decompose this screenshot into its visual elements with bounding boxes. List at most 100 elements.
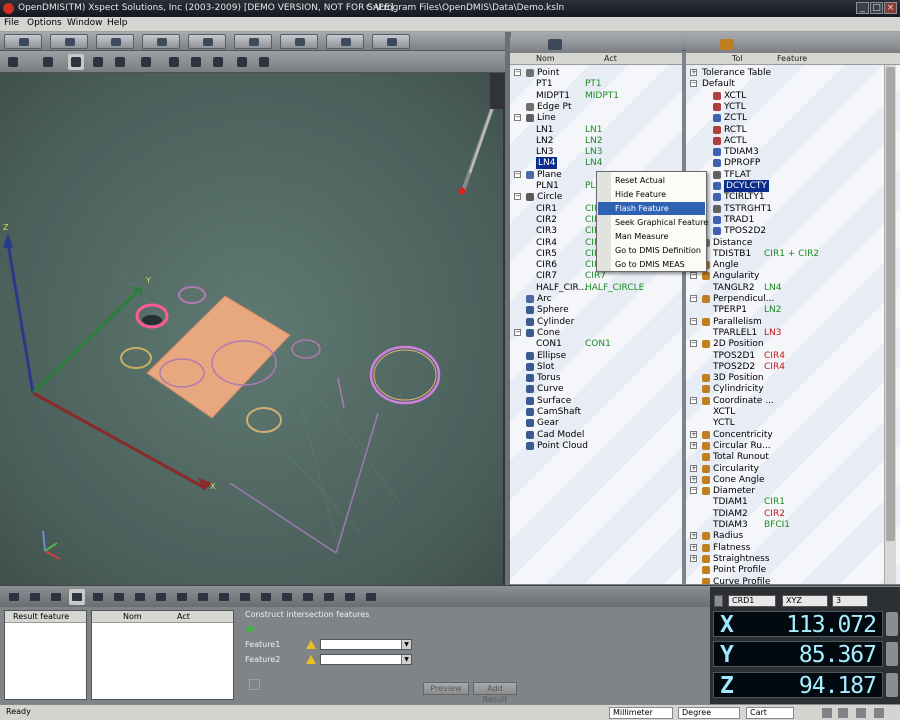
tolerance-tree-item[interactable]: TSTRGHT1 bbox=[686, 203, 886, 215]
expand-icon[interactable]: + bbox=[690, 475, 697, 483]
expand-icon[interactable]: + bbox=[690, 441, 697, 449]
context-menu-item[interactable]: Man Measure bbox=[598, 230, 705, 243]
menu-help[interactable]: Help bbox=[107, 18, 128, 28]
tolerance-tree-item[interactable]: TFLAT bbox=[686, 169, 886, 181]
coord-system-select[interactable]: CRD1 bbox=[728, 595, 776, 607]
feature-tree-item[interactable]: Cad Model bbox=[510, 429, 682, 441]
clear-button[interactable] bbox=[256, 54, 272, 70]
menu-window[interactable]: Window bbox=[67, 18, 103, 28]
feature-tree-item[interactable]: LN2 LN2 bbox=[510, 135, 682, 147]
status-icon[interactable] bbox=[874, 708, 884, 718]
tolerance-tree-item[interactable]: +Angle bbox=[686, 259, 886, 271]
feature-tree-item[interactable]: Slot bbox=[510, 361, 682, 373]
tolerance-tree-item[interactable]: + Tolerance Table bbox=[686, 67, 886, 79]
collapse-icon[interactable]: − bbox=[514, 328, 521, 336]
feature-tree-item[interactable]: Edge Pt bbox=[510, 101, 682, 113]
expand-icon[interactable]: + bbox=[690, 554, 697, 562]
feature-tree-item[interactable]: PT1 PT1 bbox=[510, 78, 682, 90]
dro-home-button[interactable] bbox=[886, 673, 898, 697]
tolerance-tree-item[interactable]: DPROFP bbox=[686, 157, 886, 169]
dro-settings-button[interactable] bbox=[886, 612, 898, 636]
tolerance-tree-item[interactable]: YCTL bbox=[686, 101, 886, 113]
status-icon[interactable] bbox=[822, 708, 832, 718]
expand-icon[interactable]: + bbox=[690, 69, 697, 76]
collapse-icon[interactable]: − bbox=[690, 317, 697, 325]
tolerance-tree-item[interactable]: Point Profile bbox=[686, 564, 886, 576]
feature-tree-item[interactable]: − Cone bbox=[510, 327, 682, 339]
tolerance-tree-item[interactable]: TPOS2D2 bbox=[686, 225, 886, 237]
collapse-icon[interactable]: − bbox=[514, 170, 521, 178]
feature-tree-item[interactable]: LN1 LN1 bbox=[510, 124, 682, 136]
scrollbar-thumb[interactable] bbox=[886, 67, 895, 541]
menu-file[interactable]: File bbox=[4, 18, 19, 28]
tolerance-tree-item[interactable]: 3D Position bbox=[686, 372, 886, 384]
line-feature[interactable] bbox=[337, 377, 345, 409]
tolerance-scrollbar[interactable] bbox=[884, 65, 896, 584]
feature-tree-item[interactable]: MIDPT1 MIDPT1 bbox=[510, 90, 682, 102]
column-tol[interactable]: Tol bbox=[732, 54, 743, 63]
column-feature[interactable]: Feature bbox=[777, 54, 807, 63]
result-feature-list[interactable]: Result feature bbox=[4, 610, 87, 700]
feature-tree-item[interactable]: CON1 CON1 bbox=[510, 338, 682, 350]
feature-tree-item[interactable]: LN3 LN3 bbox=[510, 146, 682, 158]
color-button[interactable] bbox=[188, 54, 204, 70]
expand-icon[interactable]: + bbox=[690, 532, 697, 540]
tolerance-tree-item[interactable]: Total Runout bbox=[686, 451, 886, 463]
tolerance-tree-item[interactable]: ACTL bbox=[686, 135, 886, 147]
tolerance-tree-item[interactable]: + Concentricity bbox=[686, 429, 886, 441]
feature-tree-item[interactable]: Ellipse bbox=[510, 350, 682, 362]
tolerance-tree-item[interactable]: + Radius bbox=[686, 530, 886, 542]
feature-tree-item[interactable]: Cylinder bbox=[510, 316, 682, 328]
coord-type-select[interactable]: Cart bbox=[746, 707, 794, 719]
tolerance-tree-item[interactable]: − 2D Position bbox=[686, 338, 886, 350]
cloud-construct-button[interactable] bbox=[342, 589, 358, 605]
tolerance-tree-item[interactable]: + Circularity bbox=[686, 463, 886, 475]
feature-tree-item[interactable]: Surface bbox=[510, 395, 682, 407]
menu-options[interactable]: Options bbox=[27, 18, 62, 28]
settings-construct-button[interactable] bbox=[363, 589, 379, 605]
run-icon[interactable] bbox=[247, 625, 255, 633]
feature-tree-item[interactable]: Point Cloud bbox=[510, 440, 682, 452]
tolerance-tree-item[interactable]: XCTL bbox=[686, 90, 886, 102]
circle-feature[interactable] bbox=[178, 286, 206, 304]
context-menu-item[interactable]: Flash Feature bbox=[598, 202, 705, 215]
angle-units-select[interactable]: Degree bbox=[678, 707, 740, 719]
feature-tree-item[interactable]: Arc bbox=[510, 293, 682, 305]
feature-tree-item[interactable]: Gear bbox=[510, 417, 682, 429]
tolerance-tree-item[interactable]: TCIRLTY1 bbox=[686, 191, 886, 203]
expand-icon[interactable]: + bbox=[690, 430, 697, 438]
status-icon[interactable] bbox=[838, 708, 848, 718]
tolerance-tree-item[interactable]: TPARLEL1 LN3 bbox=[686, 327, 886, 339]
circle-construct-button[interactable] bbox=[111, 589, 127, 605]
plane-construct-button[interactable] bbox=[90, 589, 106, 605]
tab-features[interactable] bbox=[188, 34, 226, 49]
slot-construct-button[interactable] bbox=[237, 589, 253, 605]
expand-icon[interactable]: + bbox=[690, 464, 697, 472]
tolerance-tree[interactable]: + Tolerance Table − Default XCTL YCTL ZCTL RCTL… bbox=[686, 65, 900, 584]
torus-construct-button[interactable] bbox=[258, 589, 274, 605]
context-menu-item[interactable]: Go to DMIS Definition bbox=[598, 244, 705, 257]
collapse-icon[interactable]: − bbox=[514, 193, 521, 201]
tab-program[interactable] bbox=[50, 34, 88, 49]
add-result-button[interactable]: Add Result bbox=[473, 682, 517, 704]
tab-tools[interactable] bbox=[234, 34, 272, 49]
feature1-combo[interactable]: ▼ bbox=[320, 639, 412, 650]
maximize-button[interactable]: □ bbox=[870, 2, 883, 14]
collapse-icon[interactable]: − bbox=[690, 80, 697, 88]
arc-construct-button[interactable] bbox=[132, 589, 148, 605]
tolerance-tree-item[interactable]: + Flatness bbox=[686, 542, 886, 554]
tolerance-tree-item[interactable]: Curve Profile bbox=[686, 576, 886, 584]
tolerance-tree-item[interactable]: − Angularity bbox=[686, 270, 886, 282]
preview-button[interactable]: Preview bbox=[423, 682, 469, 695]
expand-icon[interactable]: + bbox=[690, 543, 697, 551]
minimize-button[interactable]: _ bbox=[856, 2, 869, 14]
tolerance-tree-item[interactable]: TPOS2D1 CIR4 bbox=[686, 350, 886, 362]
tab-settings[interactable] bbox=[372, 34, 410, 49]
feature-tree-item[interactable]: − Point bbox=[510, 67, 682, 79]
context-menu-item[interactable]: Hide Feature bbox=[598, 188, 705, 201]
tolerance-tree-item[interactable]: TDIAM2 CIR2 bbox=[686, 508, 886, 520]
select-button[interactable] bbox=[40, 54, 56, 70]
line-feature[interactable] bbox=[335, 412, 379, 554]
context-menu-item[interactable]: Seek Graphical Feature bbox=[598, 216, 708, 229]
collapse-icon[interactable]: − bbox=[690, 340, 697, 348]
